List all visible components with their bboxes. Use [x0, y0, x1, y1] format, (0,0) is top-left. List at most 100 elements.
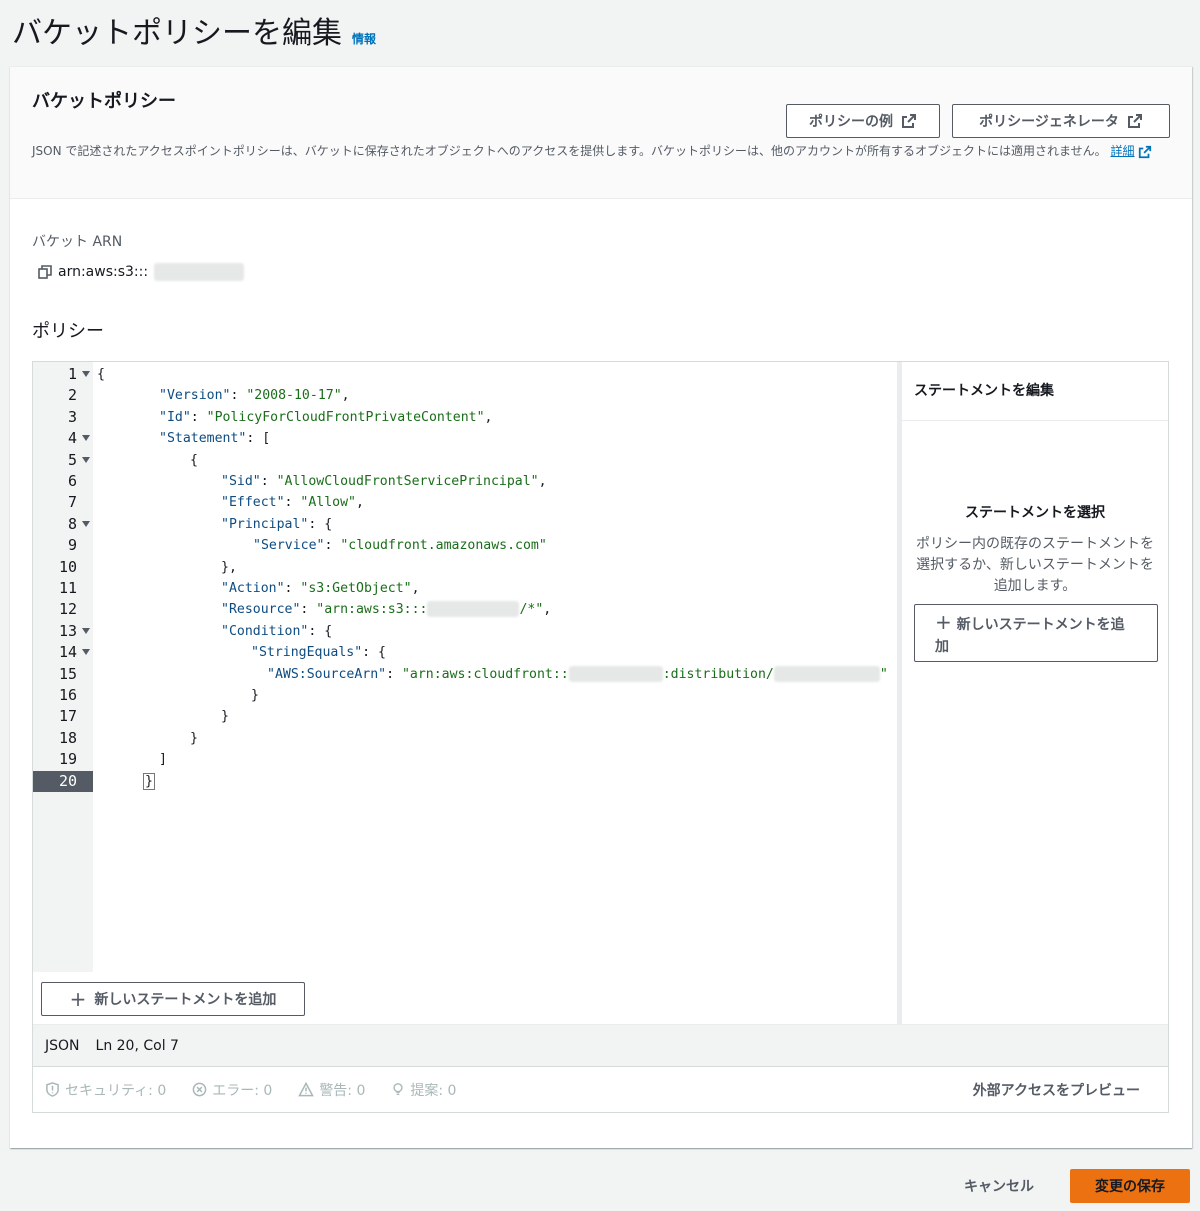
policy-examples-label: ポリシーの例	[809, 114, 893, 130]
bucket-arn-row: arn:aws:s3:::	[38, 263, 245, 281]
external-link-icon	[1139, 145, 1152, 158]
fold-arrow-icon[interactable]	[82, 627, 90, 634]
policy-generator-button[interactable]: ポリシージェネレータ	[952, 104, 1170, 138]
line-number: 20	[33, 770, 93, 792]
panel-description: JSON で記述されたアクセスポイントポリシーは、バケットに保存されたオブジェク…	[32, 142, 1162, 160]
panel-header: バケットポリシー ポリシーの例 ポリシージェネレータ JSON で記述されたアク…	[10, 67, 1192, 199]
cancel-button[interactable]: キャンセル	[964, 1176, 1034, 1196]
code-line: {	[97, 367, 105, 382]
code-line: ]	[159, 752, 167, 768]
fold-arrow-icon[interactable]	[82, 456, 90, 463]
code-line: }	[221, 709, 229, 725]
description-text: JSON で記述されたアクセスポイントポリシーは、バケットに保存されたオブジェク…	[32, 144, 1107, 158]
policy-generator-label: ポリシージェネレータ	[979, 114, 1119, 130]
policy-editor: 1 2 3 4 5 6 7 8 9 10 11 12 13 14 15 16 17 18 19 20 { "Versi…	[32, 361, 1169, 1113]
line-number: 7	[67, 493, 77, 512]
error-icon	[192, 1082, 207, 1097]
editor-status-bar: JSON Ln 20, Col 7	[33, 1024, 1168, 1066]
plus-icon: +	[935, 610, 952, 634]
code-line: "Action": "s3:GetObject",	[221, 581, 420, 596]
line-number: 14	[33, 642, 93, 663]
policy-label: ポリシー	[32, 321, 104, 342]
external-link-icon	[902, 114, 916, 128]
code-line: "Sid": "AllowCloudFrontServicePrincipal"…	[221, 474, 547, 489]
side-add-statement-button[interactable]: + 新しいステートメントを追加	[914, 604, 1158, 662]
add-statement-button[interactable]: + 新しいステートメントを追加	[41, 982, 305, 1016]
details-link-label: 詳細	[1110, 144, 1135, 158]
redacted-account-id	[568, 665, 663, 682]
code-line: }	[251, 688, 259, 703]
status-language: JSON	[45, 1037, 80, 1054]
code-line: "Resource": "arn:aws:s3:::/*",	[221, 601, 552, 618]
line-number: 13	[33, 621, 93, 642]
code-line: "StringEquals": {	[251, 645, 386, 661]
code-line: "Version": "2008-10-17",	[159, 388, 350, 404]
security-tab[interactable]: セキュリティ: 0	[45, 1080, 166, 1100]
external-link-icon	[1127, 114, 1142, 128]
page-title-text: バケットポリシーを編集	[12, 16, 342, 51]
errors-tab[interactable]: エラー: 0	[192, 1080, 272, 1100]
warnings-count: 警告: 0	[319, 1082, 366, 1099]
details-link[interactable]: 詳細	[1110, 144, 1134, 158]
code-area[interactable]: { "Version": "2008-10-17", "Id": "Policy…	[93, 362, 897, 972]
shield-icon	[46, 1082, 59, 1097]
info-link[interactable]: 情報	[352, 30, 376, 47]
line-number: 10	[58, 557, 77, 576]
plus-icon: +	[69, 987, 87, 1011]
line-number: 18	[58, 728, 77, 747]
bucket-policy-panel: バケットポリシー ポリシーの例 ポリシージェネレータ JSON で記述されたアク…	[10, 66, 1192, 1148]
side-text: ポリシー内の既存のステートメントを選択するか、新しいステートメントを追加します。	[916, 536, 1154, 594]
line-number: 16	[58, 686, 77, 704]
code-line: "Service": "cloudfront.amazonaws.com"	[253, 538, 547, 554]
line-number: 12	[58, 600, 77, 619]
code-line: }	[190, 730, 198, 746]
line-number: 19	[58, 750, 77, 769]
preview-external-access-button[interactable]: 外部アクセスをプレビュー	[973, 1080, 1140, 1100]
code-line: "Condition": {	[221, 623, 333, 639]
page-title: バケットポリシーを編集 情報	[12, 8, 376, 52]
side-add-statement-label: 新しいステートメントを追加	[935, 617, 1125, 655]
suggestions-count: 提案: 0	[410, 1082, 457, 1099]
code-line: "Statement": [	[159, 431, 271, 447]
policy-examples-button[interactable]: ポリシーの例	[786, 104, 940, 138]
validation-bar: セキュリティ: 0 エラー: 0 警告: 0 提案: 0 外部アクセスをプレビュ…	[33, 1066, 1168, 1112]
line-number: 4	[33, 428, 93, 449]
security-count: セキュリティ: 0	[65, 1082, 167, 1099]
suggestions-tab[interactable]: 提案: 0	[391, 1080, 456, 1100]
side-heading: ステートメントを選択	[965, 505, 1105, 521]
statement-side-panel: ステートメントを編集 ステートメントを選択 ポリシー内の既存のステートメントを選…	[902, 362, 1168, 1024]
bucket-arn-value: arn:aws:s3:::	[58, 264, 149, 280]
fold-arrow-icon[interactable]	[82, 520, 90, 527]
fold-arrow-icon[interactable]	[82, 649, 90, 656]
add-statement-label: 新しいステートメントを追加	[94, 992, 277, 1008]
redacted-bucket-name	[427, 601, 520, 618]
line-number: 17	[58, 707, 77, 726]
line-number: 1	[33, 364, 93, 385]
code-line: "AWS:SourceArn": "arn:aws:cloudfront:::d…	[267, 665, 888, 682]
redacted-distribution-id	[773, 665, 880, 682]
warnings-tab[interactable]: 警告: 0	[298, 1080, 365, 1100]
bucket-arn-label: バケット ARN	[32, 234, 123, 250]
line-number: 15	[58, 664, 77, 683]
line-number: 5	[33, 450, 93, 471]
panel-title: バケットポリシー	[32, 91, 176, 112]
copy-icon[interactable]	[38, 265, 52, 279]
code-line: }	[143, 772, 155, 790]
line-number: 6	[67, 472, 77, 490]
redacted-bucket-name	[154, 263, 245, 281]
status-position: Ln 20, Col 7	[95, 1037, 179, 1054]
errors-count: エラー: 0	[212, 1082, 273, 1099]
warning-icon	[298, 1082, 315, 1097]
line-number: 2	[67, 386, 77, 405]
lightbulb-icon	[393, 1083, 404, 1096]
code-line: "Principal": {	[221, 516, 333, 532]
code-line: {	[190, 452, 198, 468]
code-line: "Effect": "Allow",	[221, 495, 364, 511]
fold-arrow-icon[interactable]	[82, 435, 90, 442]
code-line: "Id": "PolicyForCloudFrontPrivateContent…	[159, 409, 493, 425]
line-number: 9	[67, 536, 77, 555]
fold-arrow-icon[interactable]	[82, 371, 90, 377]
line-number-gutter: 1 2 3 4 5 6 7 8 9 10 11 12 13 14 15 16 17 18 19 20	[33, 362, 93, 972]
side-divider	[902, 420, 1168, 421]
save-changes-button[interactable]: 変更の保存	[1070, 1169, 1190, 1203]
